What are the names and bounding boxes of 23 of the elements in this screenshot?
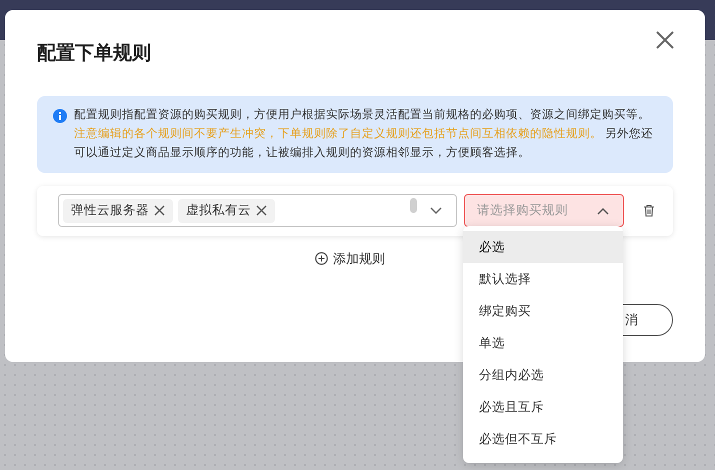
trash-icon[interactable] xyxy=(643,204,655,217)
remove-icon[interactable] xyxy=(154,205,165,216)
dropdown-option[interactable]: 必选但不互斥 xyxy=(463,423,623,455)
dropdown-option[interactable]: 绑定购买 xyxy=(463,295,623,327)
dropdown-option[interactable]: 分组内必选 xyxy=(463,359,623,391)
chevron-down-icon xyxy=(430,206,442,214)
rule-select-placeholder: 请选择购买规则 xyxy=(477,202,568,220)
remove-icon[interactable] xyxy=(256,205,267,216)
add-rule-button[interactable]: 添加规则 xyxy=(315,248,385,268)
notice-text: 配置规则指配置资源的购买规则，方便用户根据实际场景灵活配置当前规格的必购项、资源之间绑定购买等。 注意编辑的各个规则间不要产生冲突，下单规则除了自定义规则还包括节点间互相依赖的隐性规则。 另外您还可以通过定义商品显示顺序的功能，让被编排入规则的资源相邻显示，方便顾客选择。 xyxy=(74,107,654,160)
scroll-thumb xyxy=(410,198,417,213)
plus-circle-icon xyxy=(315,252,328,265)
close-icon[interactable] xyxy=(656,31,674,50)
dropdown-option[interactable]: 必选且互斥 xyxy=(463,391,623,423)
resource-tag: 弹性云服务器 xyxy=(63,198,173,222)
resource-tag: 虚拟私有云 xyxy=(178,198,275,222)
info-icon xyxy=(53,108,67,122)
dropdown-option[interactable]: 必选 xyxy=(463,231,623,263)
chevron-up-icon xyxy=(597,206,609,214)
resource-select[interactable]: 弹性云服务器 虚拟私有云 xyxy=(58,194,457,227)
dialog-title: 配置下单规则 xyxy=(37,42,151,66)
dropdown-option[interactable]: 单选 xyxy=(463,327,623,359)
dropdown-option[interactable]: 默认选择 xyxy=(463,263,623,295)
